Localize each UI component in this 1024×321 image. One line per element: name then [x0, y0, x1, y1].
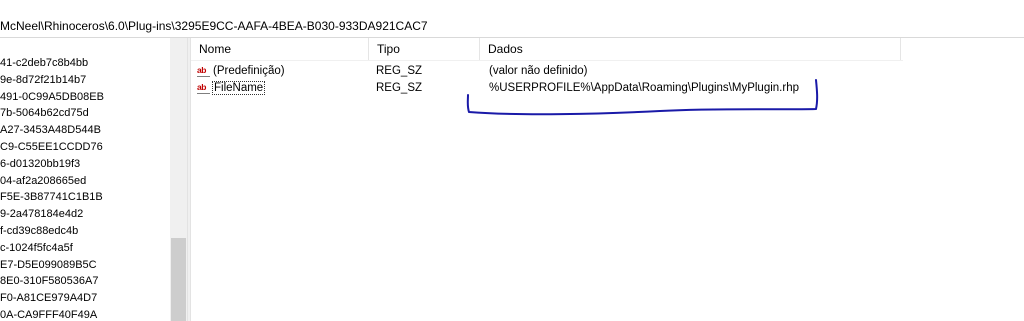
- tree-item[interactable]: A27-3453A48D544B: [0, 122, 104, 139]
- tree-item[interactable]: 9e-8d72f21b14b7: [0, 72, 104, 89]
- value-data: %USERPROFILE%\AppData\Roaming\Plugins\My…: [489, 82, 799, 94]
- tree-item[interactable]: E7-D5E099089B5C: [0, 257, 104, 274]
- column-header-data[interactable]: Dados: [480, 38, 901, 60]
- column-header-row: Nome Tipo Dados: [191, 38, 903, 61]
- tree-item[interactable]: 7b-5064b62cd75d: [0, 105, 104, 122]
- tree-item[interactable]: 41-c2deb7c8b4bb: [0, 55, 104, 72]
- string-value-icon: ab: [197, 82, 210, 94]
- key-tree-pane: 41-c2deb7c8b4bb 9e-8d72f21b14b7 491-0C99…: [0, 38, 187, 321]
- tree-item[interactable]: F0-A81CE979A4D7: [0, 290, 104, 307]
- key-tree-list: 41-c2deb7c8b4bb 9e-8d72f21b14b7 491-0C99…: [0, 55, 104, 321]
- tree-item[interactable]: 491-0C99A5DB08EB: [0, 89, 104, 106]
- address-path[interactable]: McNeel\Rhinoceros\6.0\Plug-ins\3295E9CC-…: [0, 19, 428, 33]
- column-header-name[interactable]: Nome: [191, 38, 369, 60]
- tree-item[interactable]: 0A-CA9FFF40F49A: [0, 307, 104, 321]
- value-type: REG_SZ: [376, 82, 423, 94]
- value-data: (valor não definido): [489, 65, 588, 77]
- tree-item[interactable]: f-cd39c88edc4b: [0, 223, 104, 240]
- column-header-type[interactable]: Tipo: [369, 38, 480, 60]
- value-name: FileName: [212, 81, 266, 95]
- value-type: REG_SZ: [376, 65, 423, 77]
- tree-item[interactable]: c-1024f5fc4a5f: [0, 240, 104, 257]
- values-list-pane: Nome Tipo Dados ab (Predefinição) REG_SZ…: [191, 38, 1024, 321]
- scrollbar-thumb[interactable]: [171, 238, 186, 321]
- string-value-icon: ab: [197, 65, 210, 77]
- tree-item[interactable]: 04-af2a208665ed: [0, 173, 104, 190]
- tree-item[interactable]: 9-2a478184e4d2: [0, 206, 104, 223]
- value-row[interactable]: ab FileName REG_SZ %USERPROFILE%\AppData…: [191, 80, 903, 97]
- tree-vertical-scrollbar[interactable]: [170, 38, 187, 321]
- tree-item[interactable]: F5E-3B87741C1B1B: [0, 189, 104, 206]
- address-bar[interactable]: McNeel\Rhinoceros\6.0\Plug-ins\3295E9CC-…: [0, 14, 1024, 38]
- value-name: (Predefinição): [213, 65, 285, 77]
- value-row[interactable]: ab (Predefinição) REG_SZ (valor não defi…: [191, 63, 903, 80]
- tree-item[interactable]: 6-d01320bb19f3: [0, 156, 104, 173]
- registry-editor-window: McNeel\Rhinoceros\6.0\Plug-ins\3295E9CC-…: [0, 0, 1024, 321]
- tree-item[interactable]: 8E0-310F580536A7: [0, 273, 104, 290]
- tree-item[interactable]: C9-C55EE1CCDD76: [0, 139, 104, 156]
